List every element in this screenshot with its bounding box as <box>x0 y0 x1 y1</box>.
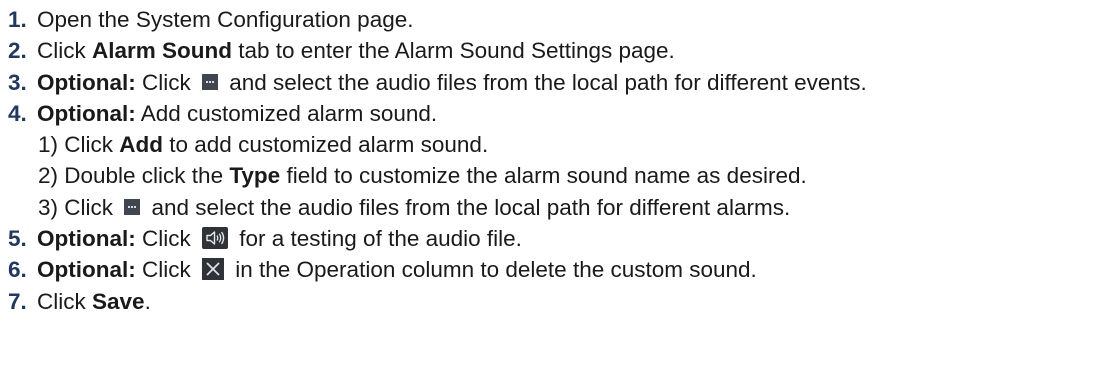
substep-1: 1) Click Add to add customized alarm sou… <box>8 129 1113 160</box>
step-number: 4. <box>8 100 27 126</box>
ui-term-add: Add <box>119 132 164 158</box>
step-text: Click <box>37 38 92 64</box>
step-number: 3. <box>8 69 27 95</box>
step-text: and select the audio files from the loca… <box>222 69 867 95</box>
more-icon <box>124 198 141 215</box>
optional-label: Optional: <box>37 226 136 252</box>
step-list: 1. Open the System Configuration page. 2.… <box>0 0 1113 317</box>
step-number: 7. <box>8 288 27 314</box>
step-7: 7. Click Save. <box>8 286 1113 317</box>
step-text: tab to enter the Alarm Sound Settings pa… <box>232 38 675 64</box>
step-6: 6. Optional: Click in the Operation colum… <box>8 254 1113 285</box>
step-4: 4. Optional: Add customized alarm sound. <box>8 98 1113 129</box>
substep-text: to add customized alarm sound. <box>163 132 489 158</box>
optional-label: Optional: <box>37 100 136 126</box>
optional-label: Optional: <box>37 69 136 95</box>
speaker-icon <box>201 227 228 250</box>
substep-3: 3) Click and select the audio files from… <box>8 192 1113 223</box>
step-1: 1. Open the System Configuration page. <box>8 4 1113 35</box>
step-text: Click <box>37 288 92 314</box>
step-text: Click <box>135 257 197 283</box>
close-icon <box>201 258 224 281</box>
step-number: 2. <box>8 38 27 64</box>
ui-term-type: Type <box>229 163 281 189</box>
step-5: 5. Optional: Click for a testing of the a… <box>8 223 1113 254</box>
step-text: Click <box>135 69 197 95</box>
step-number: 6. <box>8 257 27 283</box>
step-2: 2. Click Alarm Sound tab to enter the Ala… <box>8 35 1113 66</box>
ui-term-save: Save <box>92 288 145 314</box>
step-number: 5. <box>8 226 27 252</box>
substep-text: and select the audio files from the loca… <box>145 194 791 220</box>
step-text: for a testing of the audio file. <box>232 226 522 252</box>
substep-2: 2) Double click the Type field to custom… <box>8 160 1113 191</box>
step-text: Add customized alarm sound. <box>135 100 438 126</box>
optional-label: Optional: <box>37 257 136 283</box>
more-icon <box>201 73 218 90</box>
step-text: Open the System Configuration page. <box>37 7 414 32</box>
step-3: 3. Optional: Click and select the audio f… <box>8 67 1113 98</box>
ui-term-alarm-sound: Alarm Sound <box>92 38 233 64</box>
step-text: Click <box>135 226 197 252</box>
step-text: . <box>144 288 151 314</box>
substep-text: field to customize the alarm sound name … <box>280 163 807 189</box>
step-number: 1. <box>8 7 27 32</box>
step-text: in the Operation column to delete the cu… <box>228 257 757 283</box>
substep-text: 3) Click <box>38 194 120 220</box>
substep-text: 1) Click <box>38 132 120 158</box>
substep-text: 2) Double click the <box>38 163 230 189</box>
